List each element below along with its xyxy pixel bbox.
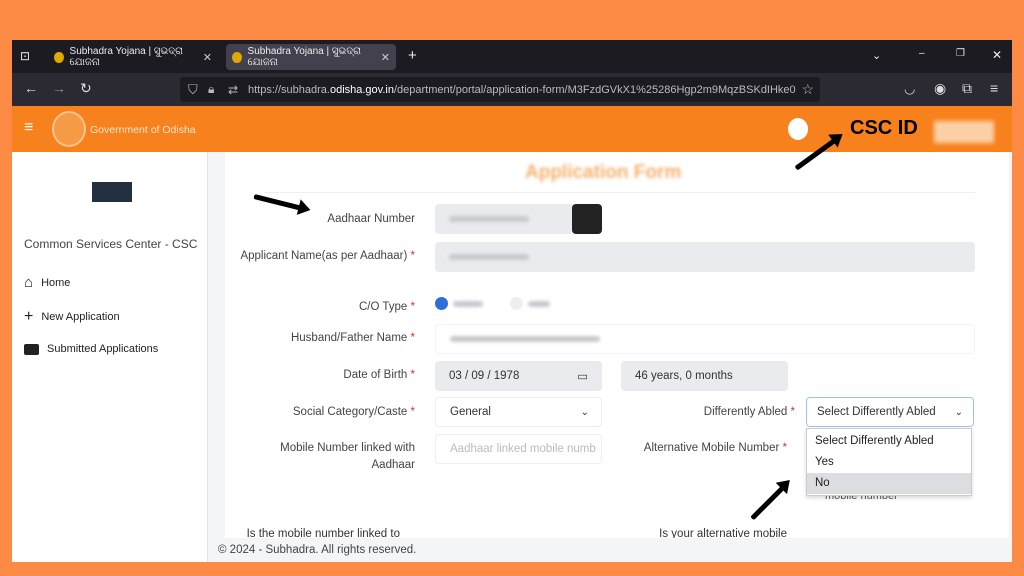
- favicon-icon: [54, 51, 64, 63]
- odisha-emblem-logo: [52, 111, 86, 147]
- co-type-radio-father[interactable]: [510, 297, 523, 310]
- forward-icon[interactable]: →: [52, 80, 66, 96]
- form-title: Application Form: [525, 162, 682, 183]
- pocket-icon[interactable]: ◡: [904, 81, 915, 97]
- browser-nav-bar: ← → ↻ ⛉ 🔒︎ ⇄ https://subhadra. odisha.gov…: [12, 73, 1012, 106]
- sidebar-item-new-application[interactable]: + New Application: [24, 308, 120, 326]
- application-form: Application Form Aadhaar Number Applican…: [225, 152, 1009, 538]
- applicant-name-label: Applicant Name(as per Aadhaar) *: [240, 250, 415, 262]
- bookmark-star-icon[interactable]: ☆: [797, 81, 814, 98]
- co-type-option-label: [453, 301, 483, 307]
- browser-tab[interactable]: Subhadra Yojana | ସୁଭଦ୍ରା ଯୋଜନା ✕: [48, 44, 218, 70]
- restore-icon[interactable]: ❐: [956, 48, 965, 59]
- app-header: ≡ Government of Odisha CSC ID: [12, 106, 1012, 152]
- dob-input[interactable]: 03 / 09 / 1978 ▭: [435, 361, 602, 391]
- sidebar-item-label: Home: [41, 276, 71, 289]
- differently-abled-label: Differently Abled *: [703, 406, 795, 418]
- calendar-icon[interactable]: ▭: [577, 369, 588, 383]
- divider: [265, 192, 975, 193]
- brand-title: Government of Odisha: [90, 124, 196, 136]
- dropdown-option-highlighted[interactable]: No: [807, 473, 971, 494]
- dob-value: 03 / 09 / 1978: [449, 370, 520, 382]
- app-menu-icon[interactable]: ≡: [990, 80, 998, 96]
- main-content: Application Form Aadhaar Number Applican…: [208, 152, 1012, 562]
- back-icon[interactable]: ←: [24, 80, 38, 96]
- new-tab-icon[interactable]: +: [408, 47, 417, 64]
- sidebar: Common Services Center - CSC ⌂ Home + New …: [12, 152, 208, 562]
- age-display: 46 years, 0 months: [621, 361, 788, 391]
- account-icon[interactable]: ◉: [934, 80, 946, 97]
- browser-tab-active[interactable]: Subhadra Yojana | ସୁଭଦ୍ରା ଯୋଜନା ✕: [226, 44, 396, 70]
- csc-id-label: CSC ID: [850, 117, 918, 139]
- extensions-icon[interactable]: ⧉: [962, 80, 972, 97]
- sidebar-item-label: New Application: [41, 311, 120, 323]
- chevron-down-icon: ⌄: [954, 406, 963, 418]
- reload-icon[interactable]: ↻: [80, 80, 92, 97]
- sidebar-org-name: Common Services Center - CSC: [24, 237, 198, 251]
- url-path: /department/portal/application-form/M3Fz…: [393, 83, 796, 96]
- applicant-name-input[interactable]: [435, 242, 975, 272]
- address-bar[interactable]: ⛉ 🔒︎ ⇄ https://subhadra. odisha.gov.in/de…: [180, 77, 820, 102]
- co-type-label: C/O Type *: [358, 301, 415, 313]
- mobile-input[interactable]: Aadhaar linked mobile numb: [435, 434, 602, 464]
- user-avatar-icon[interactable]: [788, 118, 808, 140]
- co-type-option-label: [528, 301, 550, 307]
- dob-label: Date of Birth *: [343, 369, 415, 381]
- caste-select[interactable]: General ⌄: [435, 397, 602, 427]
- differently-abled-select[interactable]: Select Differently Abled ⌄: [806, 397, 974, 427]
- sidebar-item-home[interactable]: ⌂ Home: [24, 274, 70, 291]
- inbox-icon: [24, 343, 39, 355]
- co-type-radio-husband[interactable]: [435, 297, 448, 310]
- caste-label: Social Category/Caste *: [292, 406, 415, 418]
- dropdown-option[interactable]: Select Differently Abled: [807, 431, 971, 452]
- browser-tab-bar: ⊡ Subhadra Yojana | ସୁଭଦ୍ରା ଯୋଜନା ✕ Subh…: [12, 40, 1012, 73]
- close-tab-icon[interactable]: ✕: [381, 51, 390, 64]
- mobile-label: Mobile Number linked with Aadhaar: [280, 442, 415, 471]
- alt-question: Is your alternative mobile: [659, 528, 787, 538]
- differently-abled-dropdown: Select Differently Abled Yes No: [806, 428, 972, 496]
- footer-copyright: © 2024 - Subhadra. All rights reserved.: [218, 544, 417, 556]
- hamburger-menu-icon[interactable]: ≡: [24, 119, 33, 137]
- favicon-icon: [232, 51, 242, 63]
- tab-list-icon[interactable]: ⌄: [872, 49, 881, 62]
- linked-question: Is the mobile number linked to: [246, 528, 400, 538]
- shield-icon[interactable]: ⛉: [188, 82, 198, 98]
- aadhaar-input[interactable]: [435, 204, 575, 234]
- url-prefix: https://subhadra.: [248, 83, 330, 96]
- url-domain: odisha.gov.in: [329, 83, 394, 96]
- close-tab-icon[interactable]: ✕: [203, 51, 212, 64]
- chevron-down-icon: ⌄: [580, 406, 589, 418]
- sidebar-item-submitted-applications[interactable]: Submitted Applications: [24, 343, 158, 355]
- tab-overview-icon[interactable]: ⊡: [20, 49, 30, 63]
- husband-father-label: Husband/Father Name *: [290, 332, 415, 344]
- alt-mobile-label: Alternative Mobile Number *: [643, 442, 787, 454]
- csc-logo: [92, 182, 132, 202]
- lock-icon[interactable]: 🔒︎: [208, 82, 214, 97]
- aadhaar-verify-button[interactable]: [572, 204, 602, 234]
- sidebar-item-label: Submitted Applications: [47, 343, 159, 355]
- permissions-icon[interactable]: ⇄: [228, 83, 238, 97]
- dropdown-option[interactable]: Yes: [807, 452, 971, 473]
- plus-icon: +: [24, 308, 34, 325]
- csc-id-redacted: [934, 121, 994, 143]
- home-icon: ⌂: [24, 274, 34, 291]
- husband-father-input[interactable]: [435, 324, 975, 354]
- tab-title: Subhadra Yojana | ସୁଭଦ୍ରା ଯୋଜନା: [247, 46, 362, 68]
- close-window-icon[interactable]: ✕: [992, 48, 1002, 62]
- tab-title: Subhadra Yojana | ସୁଭଦ୍ରା ଯୋଜନା: [69, 46, 184, 68]
- minimize-icon[interactable]: –: [919, 48, 925, 59]
- aadhaar-label: Aadhaar Number: [327, 213, 415, 225]
